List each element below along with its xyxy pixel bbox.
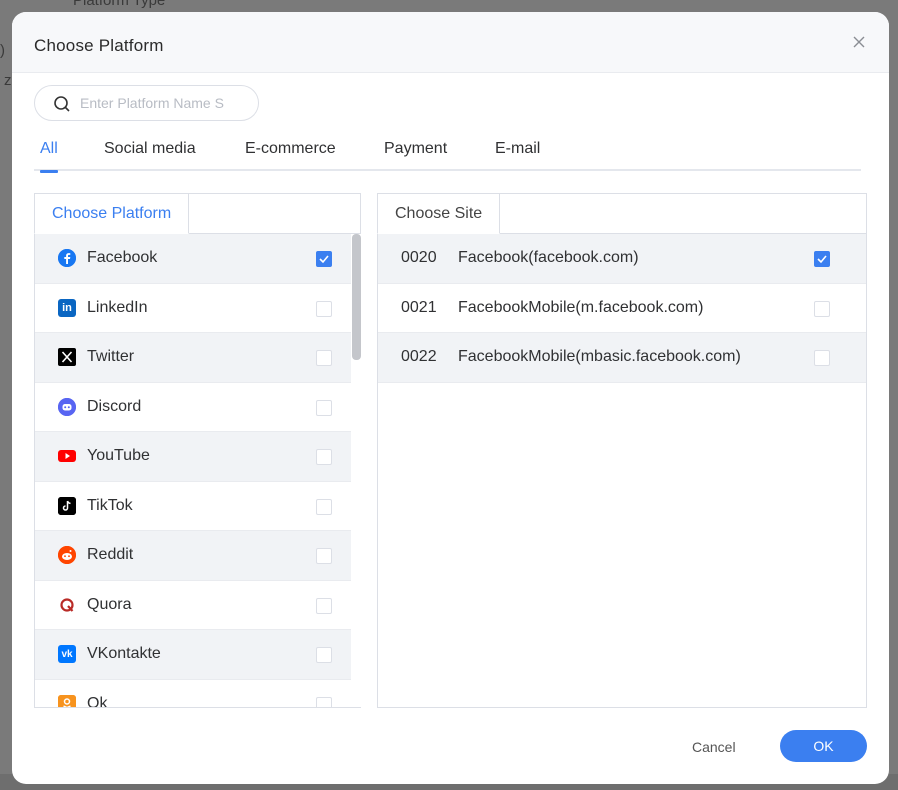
category-tabs: All Social media E-commerce Payment E-ma… [34,139,861,173]
platform-item-tiktok[interactable]: TikTok [35,482,360,531]
background-fragment: Platform Type [73,0,166,9]
platform-search [34,85,259,121]
platform-item-facebook[interactable]: Facebook [35,234,360,284]
platform-item-twitter[interactable]: Twitter [35,333,360,383]
site-checkbox[interactable] [814,350,830,366]
tab-choose-site[interactable]: Choose Site [377,193,501,234]
site-name: FacebookMobile(mbasic.facebook.com) [458,348,741,366]
platform-checkbox[interactable] [316,300,332,317]
site-item[interactable]: 0020 Facebook(facebook.com) [378,234,866,284]
platform-list: Facebook in LinkedIn Twitter Discord You… [35,234,360,707]
site-item[interactable]: 0022 FacebookMobile(mbasic.facebook.com) [378,333,866,383]
platform-checkbox[interactable] [316,449,332,465]
platform-label: Reddit [87,546,134,564]
choose-platform-dialog: Choose Platform All Social media E-comme… [12,12,889,784]
platform-list-scrollbar[interactable] [351,234,361,707]
tab-social-media[interactable]: Social media [104,140,196,170]
discord-icon [58,397,76,416]
site-name: FacebookMobile(m.facebook.com) [458,298,704,316]
site-name: Facebook(facebook.com) [458,249,639,267]
site-panel-header: Choose Site [377,193,866,234]
site-checkbox[interactable] [814,300,830,317]
platform-label: Discord [87,397,142,415]
platform-label: LinkedIn [87,298,148,316]
quora-icon [58,596,76,614]
site-code: 0022 [401,348,437,366]
dialog-header: Choose Platform [12,12,889,73]
site-checkbox[interactable] [814,251,830,267]
platform-label: Twitter [87,348,135,366]
search-icon [54,96,70,112]
search-input[interactable] [80,93,230,113]
platform-checkbox[interactable] [316,548,332,564]
site-code: 0021 [401,298,437,316]
platform-label: VKontakte [87,645,161,663]
site-panel: Choose Site 0020 Facebook(facebook.com) … [377,193,867,708]
platform-item-linkedin[interactable]: in LinkedIn [35,284,360,333]
platform-label: Quora [87,595,132,613]
site-list: 0020 Facebook(facebook.com) 0021 Faceboo… [378,234,866,707]
linkedin-icon: in [58,298,76,317]
vk-icon: vk [58,645,76,663]
tiktok-icon [58,496,76,515]
platform-checkbox[interactable] [316,399,332,416]
platform-checkbox[interactable] [316,647,332,663]
platform-panel-header: Choose Platform [34,193,360,234]
platform-checkbox[interactable] [316,597,332,614]
platform-item-quora[interactable]: Quora [35,581,360,630]
platform-checkbox[interactable] [316,251,332,267]
x-twitter-icon [58,348,76,366]
tab-payment[interactable]: Payment [384,140,447,170]
platform-label: Ok [87,694,108,707]
platform-label: Facebook [87,249,158,267]
youtube-icon [58,447,76,465]
platform-item-vkontakte[interactable]: vk VKontakte [35,630,360,680]
dialog-title: Choose Platform [34,36,164,55]
background-fragment: z [4,72,12,89]
site-item[interactable]: 0021 FacebookMobile(m.facebook.com) [378,284,866,333]
platform-item-youtube[interactable]: YouTube [35,432,360,482]
tab-all[interactable]: All [40,140,58,173]
platform-item-ok[interactable]: Ok [35,680,360,707]
tab-choose-platform[interactable]: Choose Platform [34,193,190,234]
platform-item-reddit[interactable]: Reddit [35,531,360,581]
tab-e-commerce[interactable]: E-commerce [245,140,336,170]
platform-checkbox[interactable] [316,696,332,707]
ok-button[interactable]: OK [780,730,867,762]
facebook-icon [58,249,76,267]
platform-checkbox[interactable] [316,498,332,515]
platform-item-discord[interactable]: Discord [35,383,360,432]
platform-label: TikTok [87,496,133,514]
odnoklassniki-icon [58,694,76,707]
platform-panel: Choose Platform Facebook in LinkedIn Twi… [34,193,361,708]
reddit-icon [58,546,76,564]
scrollbar-thumb[interactable] [352,234,361,360]
close-icon[interactable] [851,34,867,50]
tab-e-mail[interactable]: E-mail [495,140,540,170]
background-fragment: ) [0,42,5,59]
platform-label: YouTube [87,447,150,465]
platform-checkbox[interactable] [316,350,332,366]
site-code: 0020 [401,249,437,267]
cancel-button[interactable]: Cancel [692,739,736,755]
